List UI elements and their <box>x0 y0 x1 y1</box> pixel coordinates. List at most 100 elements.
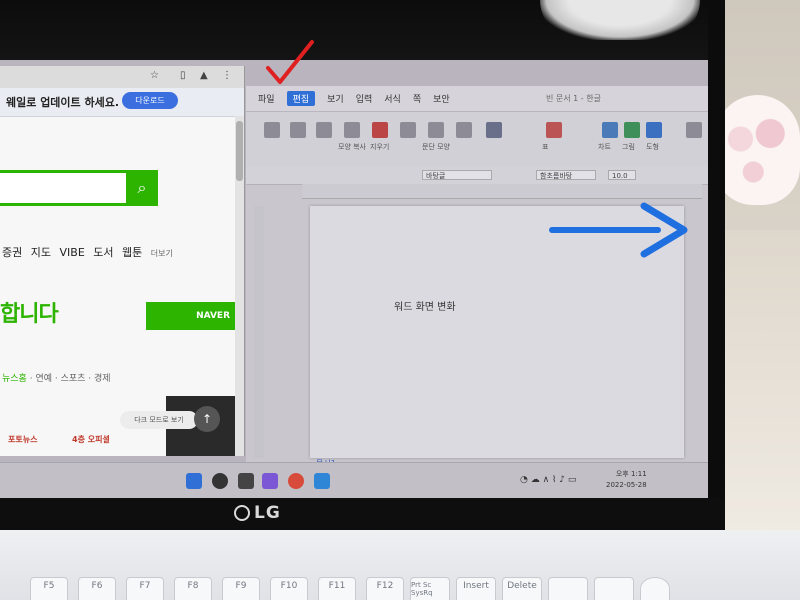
cut-icon[interactable] <box>264 122 280 138</box>
copy-icon[interactable] <box>290 122 306 138</box>
font-size-select[interactable]: 10.0 <box>608 170 636 180</box>
blue-arrow-annotation <box>549 202 688 258</box>
nav-item[interactable]: 더보기 <box>151 249 173 258</box>
brand-logo: LG <box>234 502 294 524</box>
menu-item[interactable]: 서식 <box>384 92 401 105</box>
vertical-ruler[interactable] <box>254 206 264 458</box>
banner-slogan: 합니다 <box>0 302 59 327</box>
ribbon-label: 모양 복사 <box>338 143 366 151</box>
browser-window: ☆ ▯ ▲ ⋮ 웨일로 업데이트 하세요. 다운로드 ⌕ 증권 지도 VIBE … <box>0 66 245 456</box>
chat-icon[interactable] <box>262 473 278 489</box>
key-f5[interactable]: F5 <box>30 577 68 600</box>
search-icon: ⌕ <box>137 178 147 197</box>
menu-item[interactable]: 보기 <box>327 92 344 105</box>
official-label[interactable]: 4층 오피셜 <box>72 434 110 445</box>
erase-icon[interactable] <box>372 122 388 138</box>
ribbon-label: 문단 모양 <box>422 143 450 151</box>
clock-time: 오후 1:11 <box>615 470 647 478</box>
key-f10[interactable]: F10 <box>270 577 308 600</box>
key-asterisk[interactable] <box>594 577 634 600</box>
service-nav: 증권 지도 VIBE 도서 웹툰 더보기 <box>2 244 178 260</box>
paragraph-icon[interactable] <box>428 122 444 138</box>
hwp-app-icon[interactable] <box>314 473 330 489</box>
key-f12[interactable]: F12 <box>366 577 404 600</box>
menu-item-selected[interactable]: 편집 <box>286 91 316 106</box>
menu-item[interactable]: 쪽 <box>413 92 421 105</box>
ribbon-toolbar: 모양 복사 지우기 문단 모양 표 차트 그림 도형 <box>246 112 708 167</box>
download-button[interactable]: 다운로드 <box>122 92 178 109</box>
star-icon[interactable]: ☆ <box>150 70 159 81</box>
more-icon[interactable] <box>686 122 702 138</box>
news-tab[interactable]: 연예 <box>35 374 52 384</box>
shape-icon[interactable] <box>646 122 662 138</box>
plush-toy <box>715 95 800 205</box>
word-processor-window: 파일 편집 보기 입력 서식 쪽 보안 빈 문서 1 - 한글 모양 복사 지우… <box>246 86 708 468</box>
checkmark-path <box>266 40 314 84</box>
format-copy-icon[interactable] <box>344 122 360 138</box>
horizontal-ruler[interactable] <box>302 184 702 199</box>
nav-item[interactable]: 증권 <box>2 246 22 259</box>
windows-start-icon[interactable] <box>186 473 202 489</box>
update-message: 웨일로 업데이트 하세요. <box>6 96 120 109</box>
key-f11[interactable]: F11 <box>318 577 356 600</box>
system-tray[interactable]: ◔ ☁ ∧ ⌇ ♪ ▭ <box>520 475 576 485</box>
scroll-top-button[interactable]: ↑ <box>194 406 220 432</box>
paste-icon[interactable] <box>316 122 332 138</box>
browser-toolbar: ☆ ▯ ▲ ⋮ <box>0 66 244 88</box>
menu-item[interactable]: 보안 <box>433 92 450 105</box>
search-button[interactable]: ⌕ <box>126 170 158 206</box>
key-prtsc[interactable]: Prt Sc SysRq <box>410 577 450 600</box>
chrome-icon[interactable] <box>288 473 304 489</box>
nav-item[interactable]: 도서 <box>93 246 113 259</box>
task-view-icon[interactable] <box>238 473 254 489</box>
news-tab[interactable]: 경제 <box>94 374 111 384</box>
power-button[interactable] <box>640 577 670 600</box>
news-tabs: 뉴스홈 · 연예 · 스포츠 · 경제 <box>2 374 111 384</box>
news-tab[interactable]: 뉴스홈 <box>2 374 27 384</box>
nav-item[interactable]: 웹툰 <box>122 246 142 259</box>
update-bar: 웨일로 업데이트 하세요. 다운로드 <box>0 88 244 117</box>
key-f9[interactable]: F9 <box>222 577 260 600</box>
ribbon-label: 표 <box>542 143 549 151</box>
arrow-up-icon: ↑ <box>201 412 213 426</box>
menu-item[interactable]: 파일 <box>258 92 275 105</box>
menu-icon[interactable]: ⋮ <box>222 70 232 81</box>
light-reflection <box>540 0 700 40</box>
document-text[interactable]: 워드 화면 변화 <box>394 298 456 313</box>
ribbon-label: 지우기 <box>370 143 390 151</box>
menu-item[interactable]: 입력 <box>356 92 373 105</box>
clock-date: 2022-05-28 <box>606 481 647 489</box>
browser-scrollbar[interactable] <box>235 116 244 456</box>
ribbon-label: 차트 <box>598 143 611 151</box>
clock[interactable]: 오후 1:11 2022-05-28 <box>606 469 647 491</box>
key-f6[interactable]: F6 <box>78 577 116 600</box>
format-bar: 바탕글 함초롬바탕 10.0 <box>246 166 708 185</box>
key-insert[interactable]: Insert <box>456 577 496 600</box>
char-shape-icon[interactable] <box>456 122 472 138</box>
sidebar-icon[interactable]: ▯ <box>180 70 186 81</box>
dark-mode-button[interactable]: 다크 모드로 보기 <box>120 411 198 429</box>
key-delete[interactable]: Delete <box>502 577 542 600</box>
ribbon-label: 그림 <box>622 143 635 151</box>
table-icon[interactable] <box>546 122 562 138</box>
style-select[interactable]: 바탕글 <box>422 170 492 180</box>
image-icon[interactable] <box>624 122 640 138</box>
scroll-thumb[interactable] <box>236 121 243 181</box>
search-icon[interactable] <box>212 473 228 489</box>
key-slash[interactable] <box>548 577 588 600</box>
page-icon[interactable] <box>486 122 502 138</box>
font-select[interactable]: 함초롬바탕 <box>536 170 596 180</box>
news-tab[interactable]: 스포츠 <box>61 374 86 384</box>
brand-name: LG <box>254 503 281 523</box>
laptop-screen: ☆ ▯ ▲ ⋮ 웨일로 업데이트 하세요. 다운로드 ⌕ 증권 지도 VIBE … <box>0 60 708 498</box>
code-icon[interactable] <box>400 122 416 138</box>
naver-banner[interactable]: NAVER <box>146 302 236 330</box>
nav-item[interactable]: VIBE <box>60 246 85 259</box>
chart-icon[interactable] <box>602 122 618 138</box>
nav-item[interactable]: 지도 <box>31 246 51 259</box>
photo-news-label[interactable]: 포토뉴스 <box>8 434 37 445</box>
key-f8[interactable]: F8 <box>174 577 212 600</box>
extension-icon[interactable]: ▲ <box>200 70 208 81</box>
taskbar: ◔ ☁ ∧ ⌇ ♪ ▭ 오후 1:11 2022-05-28 <box>0 462 708 498</box>
key-f7[interactable]: F7 <box>126 577 164 600</box>
